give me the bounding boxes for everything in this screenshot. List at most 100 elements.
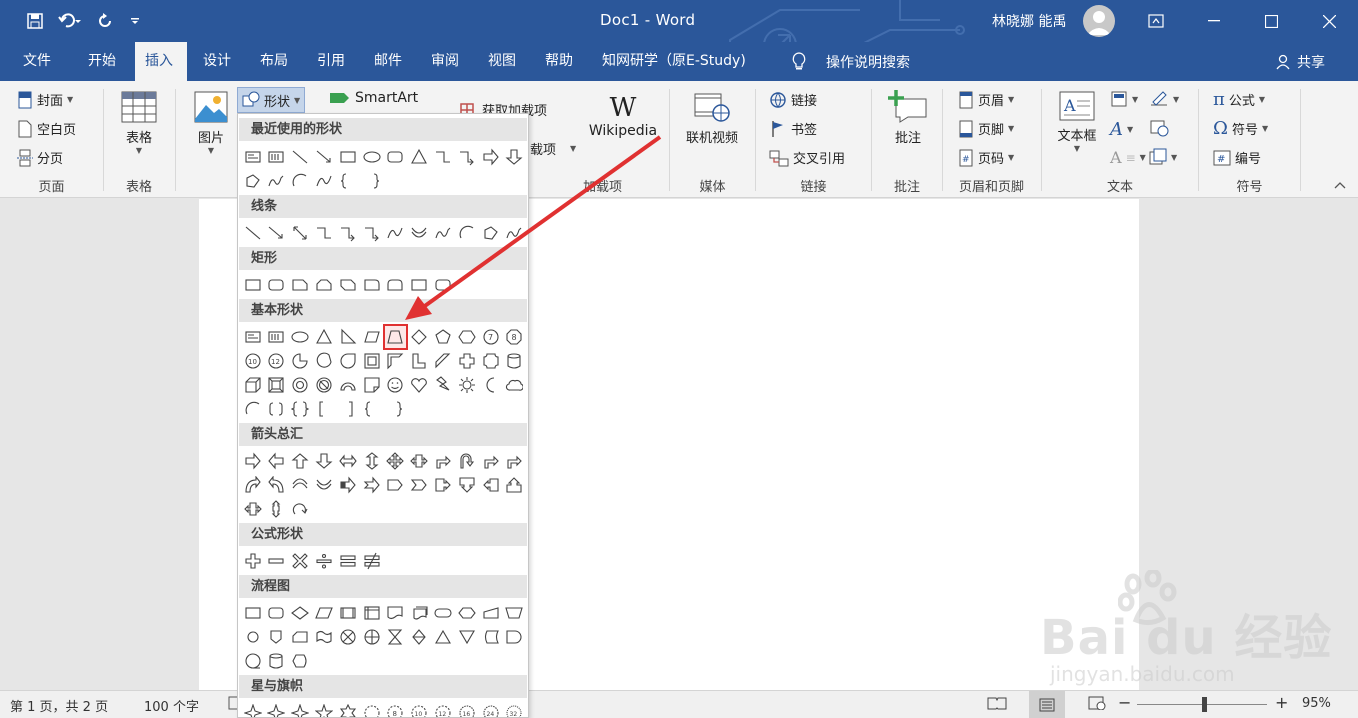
shape-bentarrow-icon[interactable]: [431, 449, 454, 473]
shape-bentarrow-icon[interactable]: [503, 449, 526, 473]
shape-fmanop-icon[interactable]: [503, 601, 526, 625]
shape-arc-icon[interactable]: [455, 221, 478, 245]
shape-curve-icon[interactable]: [312, 169, 335, 193]
shape-tri-icon[interactable]: [312, 325, 335, 349]
shape-larrow-icon[interactable]: [265, 449, 288, 473]
zoom-out-button[interactable]: −: [1118, 693, 1131, 712]
avatar[interactable]: [1083, 5, 1115, 37]
shape-nosym-icon[interactable]: [312, 373, 335, 397]
header-button[interactable]: 页眉 ▼: [958, 90, 1014, 109]
shape-fdisplay-icon[interactable]: [289, 649, 312, 673]
shape-rbrace-icon[interactable]: [360, 169, 383, 193]
shape-star10-icon[interactable]: 10: [408, 701, 431, 717]
shape-eqdiv-icon[interactable]: [312, 549, 335, 573]
shape-ucallout-icon[interactable]: [503, 473, 526, 497]
shape-donut-icon[interactable]: [289, 373, 312, 397]
shape-tri-icon[interactable]: [408, 145, 431, 169]
shape-hexagon-icon[interactable]: [455, 325, 478, 349]
shape-vtext-icon[interactable]: [265, 145, 288, 169]
shape-for-icon[interactable]: [360, 625, 383, 649]
customize-qat-icon[interactable]: [120, 0, 150, 42]
redo-icon[interactable]: [90, 0, 120, 42]
object-button[interactable]: ▼: [1149, 148, 1177, 166]
read-mode-icon[interactable]: [987, 696, 1007, 714]
shape-snip1-icon[interactable]: [289, 273, 312, 297]
number-button[interactable]: # 编号: [1213, 148, 1261, 167]
shape-arrowline-icon[interactable]: [312, 145, 335, 169]
table-button[interactable]: 表格 ▼: [117, 91, 161, 155]
shape-can-icon[interactable]: [503, 349, 526, 373]
user-name[interactable]: 林晓娜 能禹: [992, 11, 1066, 31]
shape-star24-icon[interactable]: 24: [479, 701, 502, 717]
shape-moon-icon[interactable]: [479, 373, 502, 397]
shape-star4-icon[interactable]: [241, 701, 264, 717]
shape-snip2-icon[interactable]: [312, 273, 335, 297]
shape-curvedu-icon[interactable]: [312, 473, 335, 497]
shape-snipr-icon[interactable]: [336, 273, 359, 297]
tab-design[interactable]: 设计: [193, 42, 241, 81]
shape-curvedu-icon[interactable]: [408, 221, 431, 245]
shape-freeform-icon[interactable]: [241, 169, 264, 193]
shape-fdecision-icon[interactable]: [289, 601, 312, 625]
tab-layout[interactable]: 布局: [250, 42, 298, 81]
zoom-in-button[interactable]: +: [1275, 693, 1288, 712]
shape-plus-icon[interactable]: [455, 349, 478, 373]
shape-fdata-icon[interactable]: [312, 601, 335, 625]
shape-eqmult-icon[interactable]: [289, 549, 312, 573]
shape-fconn-icon[interactable]: [241, 625, 264, 649]
shape-hept-icon[interactable]: 7: [479, 325, 502, 349]
shape-vtext-icon[interactable]: [265, 325, 288, 349]
shape-fmerge-icon[interactable]: [455, 625, 478, 649]
page-break-button[interactable]: 分页: [17, 148, 63, 167]
new-comment-button[interactable]: 批注: [886, 89, 930, 146]
shape-star12-icon[interactable]: 12: [431, 701, 454, 717]
shape-chord-icon[interactable]: [312, 349, 335, 373]
shape-chevron-icon[interactable]: [408, 473, 431, 497]
shape-brace-icon[interactable]: [360, 397, 383, 421]
shape-dec-icon[interactable]: 10: [241, 349, 264, 373]
shape-star4-icon[interactable]: [265, 701, 288, 717]
shape-rtri-icon[interactable]: [336, 325, 359, 349]
shape-star32-icon[interactable]: 32: [503, 701, 526, 717]
shape-quadarrow-icon[interactable]: [384, 449, 407, 473]
shape-fprep-icon[interactable]: [455, 601, 478, 625]
shape-elbowarrow-icon[interactable]: [360, 221, 383, 245]
signature-line-button[interactable]: ▼: [1149, 90, 1179, 108]
shape-trapezoid-icon[interactable]: [382, 324, 408, 350]
date-time-button[interactable]: [1149, 119, 1169, 137]
shape-elbow-icon[interactable]: [312, 221, 335, 245]
shape-elbowarrow-icon[interactable]: [336, 221, 359, 245]
shape-bentarrow-icon[interactable]: [479, 449, 502, 473]
tab-help[interactable]: 帮助: [535, 42, 583, 81]
wordart-button[interactable]: A ▼: [1110, 119, 1133, 140]
shape-cube-icon[interactable]: [241, 373, 264, 397]
page-number-button[interactable]: # 页码 ▼: [958, 148, 1014, 167]
shape-lcallout-icon[interactable]: [479, 473, 502, 497]
shape-parallelogram-icon[interactable]: [360, 325, 383, 349]
word-count[interactable]: 100 个字: [144, 696, 199, 715]
shape-scribble-icon[interactable]: [431, 221, 454, 245]
shape-rnd1-icon[interactable]: [360, 273, 383, 297]
save-icon[interactable]: [20, 0, 50, 42]
shapes-button[interactable]: 形状 ▼: [237, 87, 306, 113]
shape-ftape-icon[interactable]: [312, 625, 335, 649]
bookmark-button[interactable]: 书签: [769, 119, 817, 138]
shape-fmag-icon[interactable]: [265, 649, 288, 673]
shape-arc-icon[interactable]: [241, 397, 264, 421]
quick-parts-button[interactable]: ▼: [1110, 90, 1138, 108]
shape-elbowarrow-icon[interactable]: [455, 145, 478, 169]
shape-udarrow-icon[interactable]: [360, 449, 383, 473]
shape-fprocess-icon[interactable]: [241, 601, 264, 625]
shape-oct-icon[interactable]: 8: [503, 325, 526, 349]
ribbon-display-options-icon[interactable]: [1127, 0, 1185, 42]
shape-curvedd-icon[interactable]: [289, 473, 312, 497]
shape-brace-icon[interactable]: [336, 169, 359, 193]
shape-scribble-icon[interactable]: [265, 169, 288, 193]
undo-icon[interactable]: [50, 0, 90, 42]
shape-rect-icon[interactable]: [241, 273, 264, 297]
zoom-slider-thumb[interactable]: [1202, 697, 1207, 712]
wikipedia-button[interactable]: W Wikipedia: [583, 93, 663, 139]
shape-frame-icon[interactable]: [360, 349, 383, 373]
shape-arc-icon[interactable]: [289, 169, 312, 193]
shape-rrect-icon[interactable]: [384, 145, 407, 169]
